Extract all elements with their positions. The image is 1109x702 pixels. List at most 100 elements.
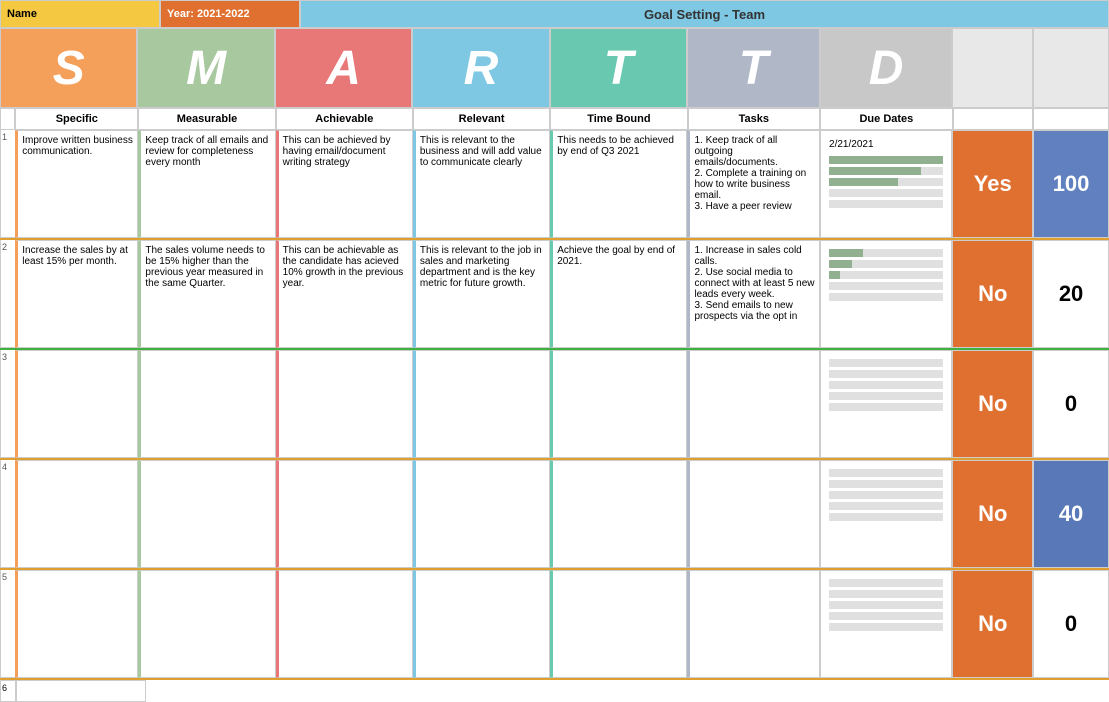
bar-fill [829, 167, 921, 175]
row-number: 4 [0, 460, 15, 568]
progress-bar [829, 623, 943, 631]
achievable-cell[interactable] [276, 460, 413, 568]
relevant-cell[interactable] [413, 570, 550, 678]
bar-bg [829, 271, 943, 279]
yes-no-cell[interactable]: Yes [952, 130, 1033, 238]
row-number: 3 [0, 350, 15, 458]
main-title: Goal Setting - Team [300, 0, 1109, 28]
progress-bar [829, 480, 943, 488]
bar-bg [829, 293, 943, 301]
lines-cell: 2/21/2021 [820, 130, 952, 238]
progress-bar [829, 249, 943, 257]
tasks-cell[interactable]: 1. Increase in sales cold calls.2. Use s… [687, 240, 820, 348]
progress-bar [829, 189, 943, 197]
progress-bar [829, 178, 943, 186]
progress-lines [825, 465, 947, 525]
specific-cell[interactable] [15, 570, 138, 678]
achievable-cell[interactable] [276, 570, 413, 678]
lines-cell [820, 240, 952, 348]
row-6-num: 6 [0, 680, 16, 702]
relevant-header: Relevant [413, 108, 550, 130]
table-row: 2 Increase the sales by at least 15% per… [0, 240, 1109, 350]
yes-no-cell[interactable]: No [952, 240, 1033, 348]
tasks-cell[interactable]: 1. Keep track of all outgoing emails/doc… [687, 130, 820, 238]
number-cell: 40 [1033, 460, 1109, 568]
measurable-cell[interactable]: The sales volume needs to be 15% higher … [138, 240, 275, 348]
t1-header: T [550, 28, 687, 108]
relevant-cell[interactable] [413, 460, 550, 568]
tasks-cell[interactable] [687, 350, 820, 458]
row-6-s[interactable] [16, 680, 146, 702]
yes-no-cell[interactable]: No [952, 350, 1033, 458]
number-cell: 100 [1033, 130, 1109, 238]
progress-bar [829, 392, 943, 400]
progress-bar [829, 601, 943, 609]
measurable-cell[interactable] [138, 570, 275, 678]
bar-bg [829, 601, 943, 609]
num-header-spacer [1033, 28, 1109, 108]
timebound-header: Time Bound [550, 108, 687, 130]
timebound-cell[interactable]: Achieve the goal by end of 2021. [550, 240, 687, 348]
yes-no-header [953, 108, 1034, 130]
d-header: D [820, 28, 953, 108]
measurable-cell[interactable] [138, 460, 275, 568]
progress-bar [829, 502, 943, 510]
progress-bar [829, 293, 943, 301]
lines-cell [820, 350, 952, 458]
tasks-cell[interactable] [687, 570, 820, 678]
bar-bg [829, 200, 943, 208]
m-header: M [137, 28, 274, 108]
progress-bar [829, 359, 943, 367]
row-6-partial: 6 [0, 680, 1109, 702]
number-cell: 0 [1033, 350, 1109, 458]
timebound-cell[interactable] [550, 570, 687, 678]
progress-bar [829, 200, 943, 208]
progress-bar [829, 260, 943, 268]
lines-cell [820, 570, 952, 678]
relevant-cell[interactable] [413, 350, 550, 458]
specific-cell[interactable] [15, 460, 138, 568]
yes-header-spacer [952, 28, 1033, 108]
due-date: 2/21/2021 [829, 139, 943, 150]
measurable-cell[interactable] [138, 350, 275, 458]
specific-cell[interactable]: Improve written business communication. [15, 130, 138, 238]
a-header: A [275, 28, 412, 108]
progress-lines [825, 575, 947, 635]
measurable-cell[interactable]: Keep track of all emails and review for … [138, 130, 275, 238]
achievable-cell[interactable] [276, 350, 413, 458]
bar-bg [829, 359, 943, 367]
achievable-cell[interactable]: This can be achievable as the candidate … [276, 240, 413, 348]
relevant-cell[interactable]: This is relevant to the business and wil… [413, 130, 550, 238]
bar-bg [829, 249, 943, 257]
yes-no-cell[interactable]: No [952, 570, 1033, 678]
progress-bar [829, 579, 943, 587]
name-label[interactable]: Name [0, 0, 160, 28]
bar-bg [829, 579, 943, 587]
spreadsheet: Name Year: 2021-2022 Goal Setting - Team… [0, 0, 1109, 702]
achievable-cell[interactable]: This can be achieved by having email/doc… [276, 130, 413, 238]
relevant-cell[interactable]: This is relevant to the job in sales and… [413, 240, 550, 348]
specific-cell[interactable]: Increase the sales by at least 15% per m… [15, 240, 138, 348]
specific-cell[interactable] [15, 350, 138, 458]
bar-bg [829, 590, 943, 598]
bar-bg [829, 156, 943, 164]
progress-bar [829, 469, 943, 477]
yes-no-cell[interactable]: No [952, 460, 1033, 568]
progress-bar [829, 271, 943, 279]
progress-bar [829, 370, 943, 378]
measurable-header: Measurable [138, 108, 275, 130]
smart-header: S M A R T T D [0, 28, 1109, 108]
timebound-cell[interactable] [550, 350, 687, 458]
year-label[interactable]: Year: 2021-2022 [160, 0, 300, 28]
timebound-cell[interactable]: This needs to be achieved by end of Q3 2… [550, 130, 687, 238]
timebound-cell[interactable] [550, 460, 687, 568]
tasks-cell[interactable] [687, 460, 820, 568]
due-dates-header: Due Dates [820, 108, 953, 130]
bar-bg [829, 480, 943, 488]
bar-bg [829, 491, 943, 499]
bar-bg [829, 469, 943, 477]
progress-bar [829, 381, 943, 389]
bar-bg [829, 370, 943, 378]
bar-bg [829, 403, 943, 411]
progress-bar [829, 167, 943, 175]
